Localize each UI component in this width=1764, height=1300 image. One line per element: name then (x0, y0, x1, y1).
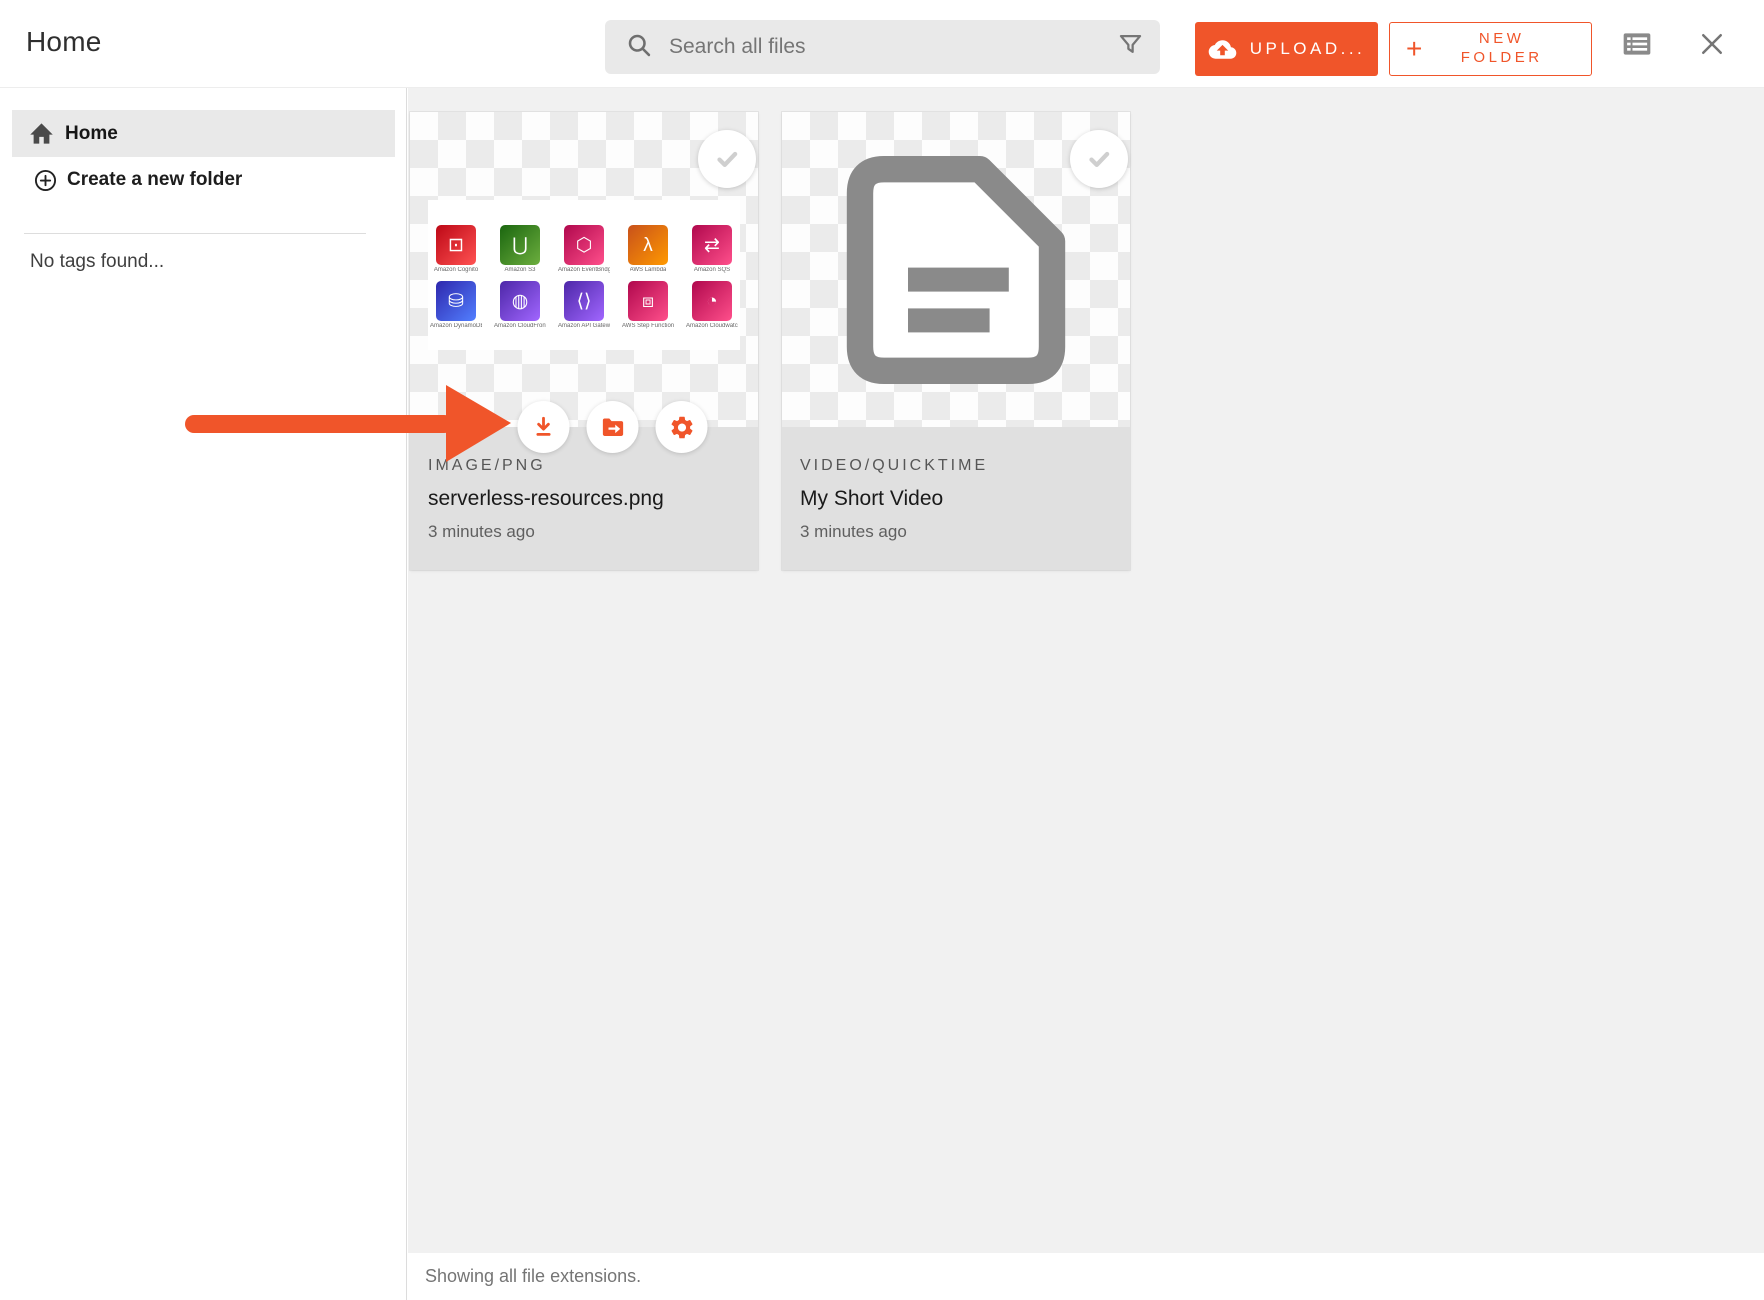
upload-label: UPLOAD... (1250, 39, 1366, 59)
checkmark-icon (1084, 144, 1114, 174)
file-mimetype: IMAGE/PNG (428, 457, 740, 475)
search-input[interactable] (667, 34, 1117, 60)
settings-button[interactable] (656, 401, 708, 453)
circle-plus-icon (30, 168, 60, 193)
aws-service-icon: ⟨⟩Amazon API Gateway (561, 281, 607, 329)
search-icon (625, 31, 653, 64)
download-button[interactable] (518, 401, 570, 453)
list-view-icon (1621, 29, 1653, 59)
file-actions (518, 401, 708, 453)
close-icon (1697, 29, 1727, 59)
file-meta: VIDEO/QUICKTIME My Short Video 3 minutes… (782, 427, 1130, 570)
file-timestamp: 3 minutes ago (428, 522, 740, 542)
aws-service-icon: ◍Amazon CloudFront (497, 281, 543, 329)
status-bar: Showing all file extensions. (408, 1253, 1764, 1300)
create-folder-label: Create a new folder (67, 169, 242, 191)
download-icon (531, 414, 557, 440)
no-tags-message: No tags found... (30, 251, 164, 273)
aws-service-icon: ⧈AWS Step Functions (625, 281, 671, 329)
close-button[interactable] (1694, 27, 1730, 61)
folder-move-icon (599, 414, 626, 441)
aws-service-icon: ⊡Amazon Cognito (433, 225, 479, 273)
file-name: serverless-resources.png (428, 487, 740, 511)
document-file-icon (836, 150, 1076, 390)
header: Home UPLOAD... + (0, 0, 1764, 88)
file-card-serverless-resources[interactable]: ⊡Amazon Cognito ⋃Amazon S3 ⬡Amazon EventBr… (410, 112, 758, 570)
create-new-folder-button[interactable]: Create a new folder (12, 160, 395, 200)
file-manager-window: Home UPLOAD... + (0, 0, 1764, 1300)
gear-icon (668, 414, 695, 441)
aws-service-icon: ⋃Amazon S3 (497, 225, 543, 273)
aws-service-icon: ⇄Amazon SQS (689, 225, 735, 273)
select-file-checkbox[interactable] (698, 130, 756, 188)
plus-icon: + (1406, 35, 1422, 63)
aws-diagram-preview: ⊡Amazon Cognito ⋃Amazon S3 ⬡Amazon EventBr… (428, 200, 740, 350)
new-folder-label: NEW FOLDER (1422, 30, 1581, 68)
file-timestamp: 3 minutes ago (800, 522, 1112, 542)
checkmark-icon (712, 144, 742, 174)
status-text: Showing all file extensions. (425, 1266, 641, 1287)
filter-icon[interactable] (1117, 31, 1144, 63)
aws-service-icon: ⛁Amazon DynamoDB (433, 281, 479, 329)
move-to-folder-button[interactable] (587, 401, 639, 453)
file-card-my-short-video[interactable]: VIDEO/QUICKTIME My Short Video 3 minutes… (782, 112, 1130, 570)
search-bar[interactable] (605, 20, 1160, 74)
sidebar-item-label: Home (65, 123, 118, 145)
file-name: My Short Video (800, 487, 1112, 511)
select-file-checkbox[interactable] (1070, 130, 1128, 188)
sidebar: Home Create a new folder No tags found..… (0, 88, 407, 1300)
page-title: Home (26, 26, 102, 58)
aws-service-icon: λAWS Lambda (625, 225, 671, 273)
upload-button[interactable]: UPLOAD... (1195, 22, 1378, 76)
new-folder-button[interactable]: + NEW FOLDER (1389, 22, 1592, 76)
cloud-upload-icon (1208, 38, 1237, 61)
list-view-toggle-button[interactable] (1618, 27, 1656, 61)
home-icon (26, 121, 56, 146)
file-mimetype: VIDEO/QUICKTIME (800, 457, 1112, 475)
aws-service-icon: ⬡Amazon EventBridge (561, 225, 607, 273)
aws-service-icon: ◔Amazon Cloudwatch (689, 281, 735, 329)
sidebar-item-home[interactable]: Home (12, 110, 395, 157)
sidebar-divider (24, 233, 366, 234)
